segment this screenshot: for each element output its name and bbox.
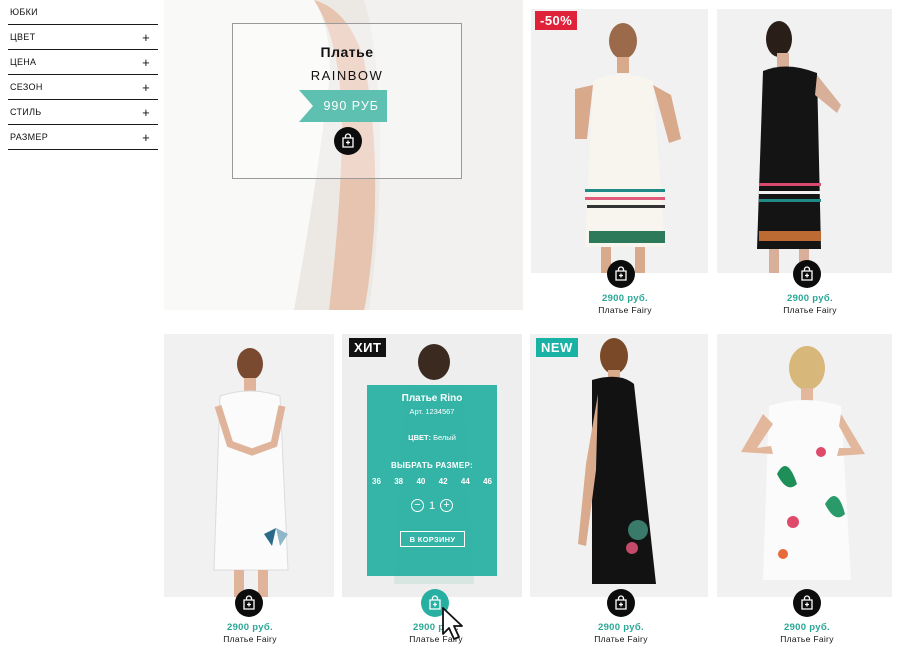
plus-icon[interactable]: + [142, 56, 150, 69]
shopping-bag-icon [801, 266, 813, 281]
filter-label: ЦЕНА [10, 57, 37, 67]
product-name[interactable]: Платье Fairy [200, 634, 300, 644]
product-price: 2900 руб. [784, 622, 830, 633]
quick-view-panel: Платье Rino Арт. 1234567 ЦВЕТ: Белый ВЫБ… [367, 385, 497, 576]
quickview-article: Арт. 1234567 [409, 407, 455, 416]
new-badge: NEW [536, 338, 578, 357]
add-to-cart-button[interactable] [793, 260, 821, 288]
size-label: ВЫБРАТЬ РАЗМЕР: [390, 461, 474, 470]
sale-badge: -50% [535, 11, 578, 30]
product-price: 2900 руб. [598, 622, 644, 633]
product-price: 2900 руб. [787, 293, 833, 304]
product-price: 2900 руб. [602, 293, 648, 304]
hero-subtitle: RAINBOW [310, 68, 384, 83]
add-to-cart-button[interactable] [235, 589, 263, 617]
add-to-cart-button[interactable] [607, 260, 635, 288]
product-price: 2900 руб. [227, 622, 273, 633]
filter-color[interactable]: ЦВЕТ + [8, 25, 158, 50]
filter-label: ЦВЕТ [10, 32, 36, 42]
shopping-bag-icon [342, 133, 354, 148]
plus-icon[interactable]: + [142, 81, 150, 94]
product-name[interactable]: Платье Fairy [575, 305, 675, 315]
plus-icon[interactable]: + [440, 499, 454, 512]
hero-price-tag: 990 РУБ [299, 90, 387, 122]
product-card[interactable] [164, 334, 334, 597]
filter-label: СЕЗОН [10, 82, 43, 92]
filter-label: СТИЛЬ [10, 107, 42, 117]
product-price: 2900 руб. [413, 622, 459, 633]
size-option[interactable]: 40 [415, 477, 426, 486]
product-name[interactable]: Платье Fairy [757, 634, 857, 644]
minus-icon[interactable]: − [410, 499, 424, 512]
product-card[interactable] [717, 9, 892, 273]
hit-badge: ХИТ [349, 338, 387, 357]
size-options: 36 38 40 42 44 46 [371, 477, 493, 486]
filter-price[interactable]: ЦЕНА + [8, 50, 158, 75]
plus-icon[interactable]: + [142, 31, 150, 44]
add-to-cart-button[interactable]: В КОРЗИНУ [400, 531, 465, 547]
shopping-bag-icon [615, 266, 627, 281]
product-name[interactable]: Платье Fairy [760, 305, 860, 315]
product-photo [164, 334, 334, 597]
product-card[interactable] [717, 334, 892, 597]
product-photo [530, 334, 708, 597]
hero-title: Платье [320, 44, 374, 60]
product-name[interactable]: Платье Fairy [386, 634, 486, 644]
product-card[interactable]: -50% [531, 9, 708, 273]
category-skirts[interactable]: ЮБКИ [8, 0, 158, 25]
filter-sidebar: ЮБКИ ЦВЕТ + ЦЕНА + СЕЗОН + СТИЛЬ + РАЗМЕ… [8, 0, 158, 150]
add-to-cart-button[interactable] [334, 127, 362, 155]
size-option[interactable]: 38 [393, 477, 404, 486]
plus-icon[interactable]: + [142, 131, 150, 144]
add-to-cart-button[interactable] [793, 589, 821, 617]
category-label: ЮБКИ [10, 7, 38, 17]
size-option[interactable]: 36 [371, 477, 382, 486]
quickview-title[interactable]: Платье Rino [367, 393, 497, 404]
shopping-bag-icon [801, 595, 813, 610]
product-card[interactable]: NEW [530, 334, 708, 597]
color-label: ЦВЕТ: [408, 433, 431, 442]
shopping-bag-icon [615, 595, 627, 610]
color-value: Белый [433, 433, 456, 442]
plus-icon[interactable]: + [142, 106, 150, 119]
quantity-stepper: − 1 + [367, 499, 497, 512]
filter-season[interactable]: СЕЗОН + [8, 75, 158, 100]
add-to-cart-button[interactable] [607, 589, 635, 617]
shopping-bag-icon [243, 595, 255, 610]
filter-label: РАЗМЕР [10, 132, 49, 142]
product-photo [717, 9, 892, 273]
product-photo [717, 334, 892, 597]
filter-style[interactable]: СТИЛЬ + [8, 100, 158, 125]
quantity-value: 1 [428, 499, 436, 512]
product-name[interactable]: Платье Fairy [571, 634, 671, 644]
size-option[interactable]: 44 [460, 477, 471, 486]
filter-size[interactable]: РАЗМЕР + [8, 125, 158, 150]
hero-card: Платье RAINBOW 990 РУБ [232, 23, 462, 179]
quickview-color: ЦВЕТ: Белый [367, 433, 497, 442]
size-option[interactable]: 42 [438, 477, 449, 486]
mouse-cursor-icon [442, 607, 463, 640]
product-photo [531, 9, 708, 273]
size-option[interactable]: 46 [482, 477, 493, 486]
